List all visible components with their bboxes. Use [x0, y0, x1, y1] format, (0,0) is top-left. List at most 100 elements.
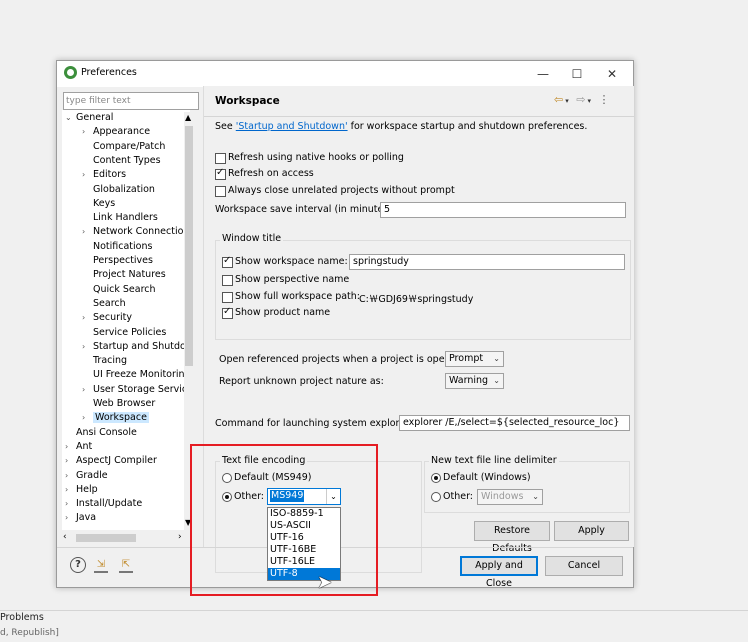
report-unknown-value: Warning: [449, 375, 489, 386]
bottom-status-text: d, Republish]: [0, 628, 59, 638]
mouse-cursor-icon: ➤: [317, 572, 333, 593]
startup-shutdown-link[interactable]: 'Startup and Shutdown': [236, 121, 348, 132]
back-menu-icon[interactable]: ▾: [565, 97, 571, 105]
tree-item[interactable]: User Storage Service: [93, 384, 190, 395]
tree-item[interactable]: Notifications: [93, 241, 152, 252]
tree-item[interactable]: Ansi Console: [76, 427, 137, 438]
tree-expand-icon[interactable]: ›: [65, 456, 68, 465]
refresh-native-checkbox[interactable]: [215, 153, 226, 164]
tree-item[interactable]: Tracing: [93, 355, 127, 366]
show-perspective-label: Show perspective name: [235, 274, 350, 285]
show-workspace-name-checkbox[interactable]: [222, 255, 233, 268]
tree-item[interactable]: Ant: [76, 441, 92, 452]
tree-expand-icon[interactable]: ›: [82, 170, 85, 179]
delimiter-default-radio[interactable]: [431, 473, 441, 483]
intro-prefix: See: [215, 121, 236, 132]
help-icon[interactable]: ?: [70, 557, 86, 573]
show-perspective-checkbox[interactable]: [222, 275, 233, 286]
tree-item[interactable]: Link Handlers: [93, 212, 158, 223]
show-full-path-label: Show full workspace path:: [235, 291, 360, 302]
save-interval-input[interactable]: 5: [380, 202, 626, 218]
filter-input[interactable]: type filter text: [63, 92, 199, 110]
tree-expand-icon[interactable]: ›: [65, 442, 68, 451]
back-icon[interactable]: ⇦: [554, 93, 565, 106]
show-product-name-checkbox[interactable]: [222, 306, 233, 319]
tree-expand-icon[interactable]: ›: [82, 385, 85, 394]
tree-item[interactable]: Web Browser: [93, 398, 155, 409]
import-icon[interactable]: ⇲: [94, 559, 108, 573]
refresh-access-checkbox[interactable]: [215, 167, 226, 180]
header-divider: [204, 116, 634, 117]
tree-expand-icon[interactable]: ›: [82, 313, 85, 322]
report-unknown-label: Report unknown project nature as:: [219, 376, 384, 387]
tree-item[interactable]: Quick Search: [93, 284, 156, 295]
hscroll-thumb[interactable]: [76, 534, 136, 542]
tree-item[interactable]: Project Natures: [93, 269, 166, 280]
tree-item[interactable]: Network Connection: [93, 226, 189, 237]
more-menu-icon[interactable]: ⋮: [598, 93, 611, 106]
tree-collapse-icon[interactable]: ⌄: [65, 113, 72, 122]
page-title: Workspace: [215, 95, 280, 107]
show-product-name-label: Show product name: [235, 307, 331, 318]
tree-item[interactable]: Editors: [93, 169, 126, 180]
tree-item[interactable]: Startup and Shutdow: [93, 341, 190, 352]
delimiter-other-label: Other:: [443, 491, 474, 502]
forward-menu-icon[interactable]: ▾: [587, 97, 593, 105]
delimiter-other-select[interactable]: Windows ⌄: [477, 489, 543, 505]
apply-button[interactable]: Apply: [554, 521, 629, 541]
tree-horizontal-scrollbar[interactable]: ‹ ›: [62, 532, 190, 543]
explorer-label: Command for launching system explorer:: [215, 418, 413, 429]
tree-item[interactable]: Help: [76, 484, 98, 495]
scroll-left-icon[interactable]: ‹: [63, 532, 67, 542]
tree-item[interactable]: Workspace: [93, 412, 149, 424]
tree-item[interactable]: Service Policies: [93, 327, 166, 338]
tree-expand-icon[interactable]: ›: [65, 485, 68, 494]
report-unknown-select[interactable]: Warning ⌄: [445, 373, 504, 389]
tree-item[interactable]: Globalization: [93, 184, 155, 195]
tree-item[interactable]: Compare/Patch: [93, 141, 165, 152]
show-full-path-checkbox[interactable]: [222, 292, 233, 303]
tree-item[interactable]: Appearance: [93, 126, 150, 137]
minimize-button[interactable]: —: [528, 63, 558, 85]
tree-item[interactable]: Search: [93, 298, 126, 309]
tree-item[interactable]: Content Types: [93, 155, 161, 166]
scroll-up-icon[interactable]: ▲: [185, 113, 191, 122]
workspace-name-input[interactable]: springstudy: [349, 254, 625, 270]
delimiter-other-radio[interactable]: [431, 492, 441, 502]
open-referenced-select[interactable]: Prompt ⌄: [445, 351, 504, 367]
tree-expand-icon[interactable]: ›: [82, 342, 85, 351]
tree-item[interactable]: Gradle: [76, 470, 108, 481]
tree-item[interactable]: UI Freeze Monitoring: [93, 369, 190, 380]
scroll-right-icon[interactable]: ›: [178, 532, 182, 542]
export-icon[interactable]: ⇱: [119, 559, 133, 573]
tree-expand-icon[interactable]: ›: [65, 499, 68, 508]
close-unrelated-checkbox[interactable]: [215, 186, 226, 197]
delimiter-default-label: Default (Windows): [443, 472, 531, 483]
problems-tab[interactable]: Problems: [0, 612, 44, 623]
tree-expand-icon[interactable]: ›: [82, 127, 85, 136]
tree-item[interactable]: General: [76, 112, 113, 123]
workspace-path-value: C:￦GDJ69￦springstudy: [359, 294, 474, 305]
restore-defaults-button[interactable]: Restore Defaults: [474, 521, 550, 554]
scroll-thumb[interactable]: [185, 126, 193, 366]
tree-expand-icon[interactable]: ›: [82, 413, 85, 422]
tree-expand-icon[interactable]: ›: [65, 471, 68, 480]
window-title-legend: Window title: [220, 233, 284, 244]
show-workspace-name-label: Show workspace name:: [235, 256, 348, 267]
maximize-button[interactable]: ☐: [562, 63, 592, 85]
forward-icon[interactable]: ⇨: [576, 93, 587, 106]
delimiter-other-value: Windows: [481, 491, 524, 502]
tree-item[interactable]: Keys: [93, 198, 115, 209]
tree-item[interactable]: Perspectives: [93, 255, 153, 266]
tree-item[interactable]: AspectJ Compiler: [76, 455, 157, 466]
tree-item[interactable]: Java: [76, 512, 96, 523]
apply-and-close-button[interactable]: Apply and Close: [460, 556, 538, 589]
tree-expand-icon[interactable]: ›: [82, 227, 85, 236]
tree-item[interactable]: Install/Update: [76, 498, 142, 509]
tree-item[interactable]: Security: [93, 312, 132, 323]
chevron-down-icon: ⌄: [493, 376, 500, 385]
cancel-button[interactable]: Cancel: [545, 556, 623, 576]
explorer-command-input[interactable]: explorer /E,/select=${selected_resource_…: [399, 415, 630, 431]
close-button[interactable]: ✕: [597, 63, 627, 85]
tree-expand-icon[interactable]: ›: [65, 513, 68, 522]
